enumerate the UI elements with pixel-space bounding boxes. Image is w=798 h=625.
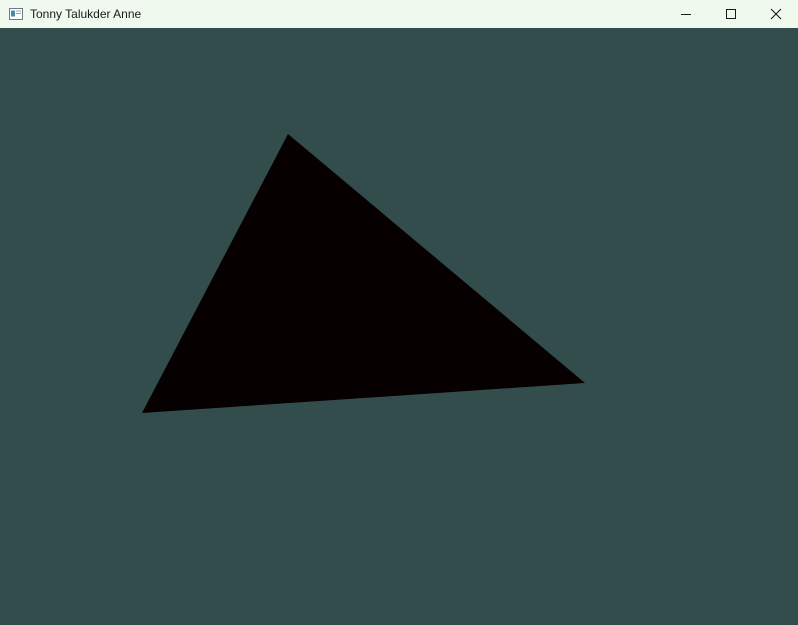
minimize-icon xyxy=(680,8,692,20)
title-bar[interactable]: Tonny Talukder Anne xyxy=(0,0,798,28)
maximize-button[interactable] xyxy=(708,0,754,28)
render-canvas[interactable] xyxy=(0,28,798,625)
maximize-icon xyxy=(725,8,737,20)
window-title: Tonny Talukder Anne xyxy=(30,7,142,21)
black-triangle xyxy=(142,134,585,413)
minimize-button[interactable] xyxy=(663,0,709,28)
close-icon xyxy=(770,8,782,20)
app-window: Tonny Talukder Anne xyxy=(0,0,798,625)
app-window-icon xyxy=(9,7,23,20)
close-button[interactable] xyxy=(753,0,798,28)
